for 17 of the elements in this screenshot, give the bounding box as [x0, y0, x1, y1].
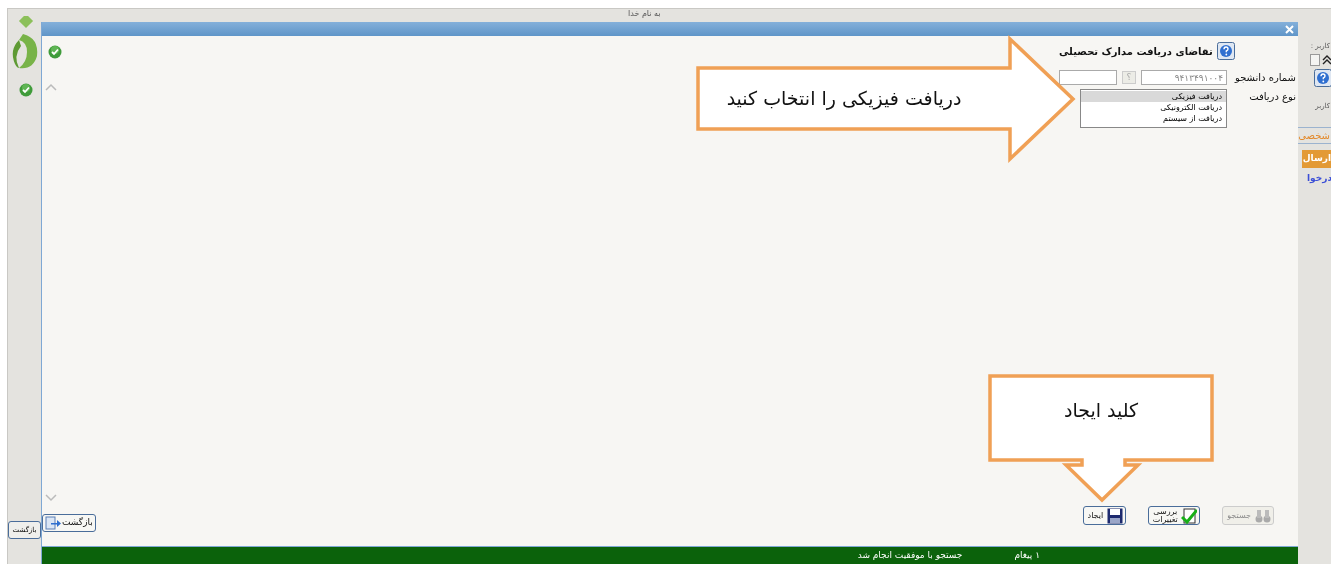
status-message: جستجو با موفقیت انجام شد	[857, 548, 963, 562]
list-option[interactable]: دریافت الکترونیکی	[1081, 102, 1226, 113]
create-button[interactable]: ایجاد	[1082, 506, 1127, 525]
list-option[interactable]: دریافت فیزیکی	[1081, 91, 1226, 102]
request-link[interactable]: درخوا	[1307, 171, 1331, 185]
back-button[interactable]: بازگشت	[42, 514, 96, 532]
list-box[interactable]: دریافت فیزیکی دریافت الکترونیکی دریافت از سیستم	[1080, 89, 1227, 128]
form-title: تقاضای دریافت مدارک تحصیلی	[1059, 44, 1213, 59]
list-option[interactable]: دریافت از سیستم	[1081, 113, 1226, 124]
input-field[interactable]: ۹۴۱۳۴۹۱۰۰۴	[1141, 70, 1227, 85]
field-label: نوع دریافت	[1248, 90, 1296, 104]
callout-text: کلید ایجاد	[1063, 397, 1139, 423]
review-button[interactable]: بررسی تغییرات	[1148, 506, 1201, 525]
field-label: شماره دانشجو	[1233, 71, 1296, 85]
callout-text: دریافت فیزیکی را انتخاب کنید	[726, 86, 962, 112]
message-count: ۱ پیغام	[1014, 548, 1040, 562]
page-header: به نام خدا	[628, 8, 661, 20]
